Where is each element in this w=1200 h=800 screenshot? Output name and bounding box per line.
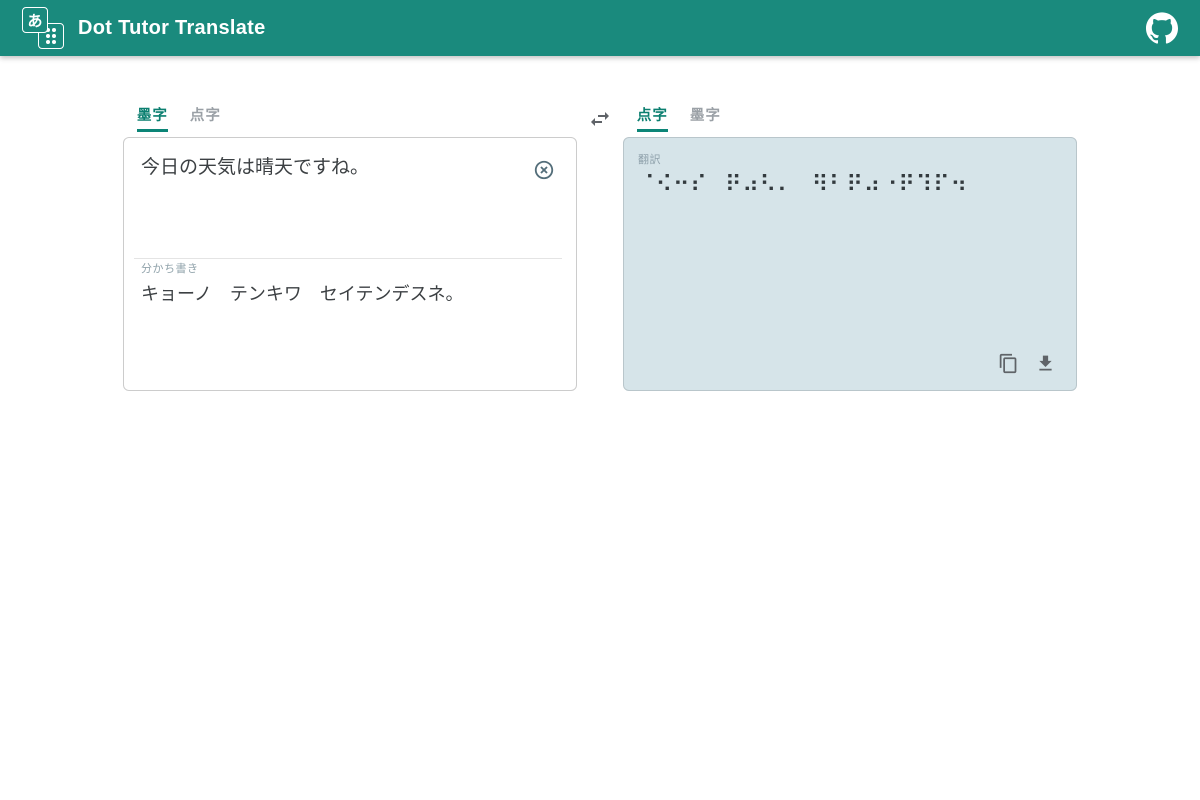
source-input-card: 今日の天気は晴天ですね。 分かち書き キョーノ テンキワ セイテンデスネ。 — [123, 137, 577, 391]
source-text-input[interactable]: 今日の天気は晴天ですね。 — [124, 138, 576, 257]
target-tabs: 点字 墨字 — [623, 104, 1077, 128]
card-divider — [134, 258, 562, 259]
wakachi-label: 分かち書き — [141, 260, 559, 276]
source-column: 墨字 点字 今日の天気は晴天ですね。 分かち書き キョーノ テンキワ セイテンデ… — [123, 104, 577, 391]
app-logo: あ — [22, 7, 64, 49]
main-content: 墨字 点字 今日の天気は晴天ですね。 分かち書き キョーノ テンキワ セイテンデ… — [123, 104, 1077, 391]
kana-a-icon: あ — [22, 7, 48, 33]
tab-source-tenji[interactable]: 点字 — [190, 104, 221, 132]
braille-output: ⠈⠪⠒⠎⠀⠟⠴⠣⠄⠀⠻⠃⠟⠴⠐⠟⠹⠏⠲ — [638, 172, 1062, 200]
target-column: 点字 墨字 翻訳 ⠈⠪⠒⠎⠀⠟⠴⠣⠄⠀⠻⠃⠟⠴⠐⠟⠹⠏⠲ — [623, 104, 1077, 391]
translation-output-card: 翻訳 ⠈⠪⠒⠎⠀⠟⠴⠣⠄⠀⠻⠃⠟⠴⠐⠟⠹⠏⠲ — [623, 137, 1077, 391]
download-button[interactable] — [1035, 353, 1056, 374]
translation-label: 翻訳 — [638, 151, 1062, 167]
copy-icon — [998, 353, 1019, 374]
tab-target-bokuji[interactable]: 墨字 — [690, 104, 721, 132]
source-text: 今日の天気は晴天ですね。 — [141, 155, 520, 182]
output-inner: 翻訳 ⠈⠪⠒⠎⠀⠟⠴⠣⠄⠀⠻⠃⠟⠴⠐⠟⠹⠏⠲ — [624, 138, 1076, 200]
github-icon — [1146, 12, 1178, 44]
source-tabs: 墨字 点字 — [123, 104, 577, 128]
app-header: あ Dot Tutor Translate — [0, 0, 1200, 56]
tab-source-bokuji[interactable]: 墨字 — [137, 104, 168, 132]
page-title: Dot Tutor Translate — [78, 17, 266, 40]
copy-button[interactable] — [998, 353, 1019, 374]
clear-circle-x-icon — [533, 159, 555, 181]
github-link[interactable] — [1146, 12, 1178, 44]
tab-target-tenji[interactable]: 点字 — [637, 104, 668, 132]
wakachi-section: 分かち書き キョーノ テンキワ セイテンデスネ。 — [141, 260, 559, 307]
column-gutter — [577, 104, 623, 131]
swap-direction-button[interactable] — [588, 107, 612, 131]
clear-input-button[interactable] — [533, 159, 555, 181]
swap-horizontal-icon — [588, 107, 612, 131]
output-actions — [998, 353, 1056, 374]
download-icon — [1035, 353, 1056, 374]
wakachi-text: キョーノ テンキワ セイテンデスネ。 — [141, 282, 559, 307]
